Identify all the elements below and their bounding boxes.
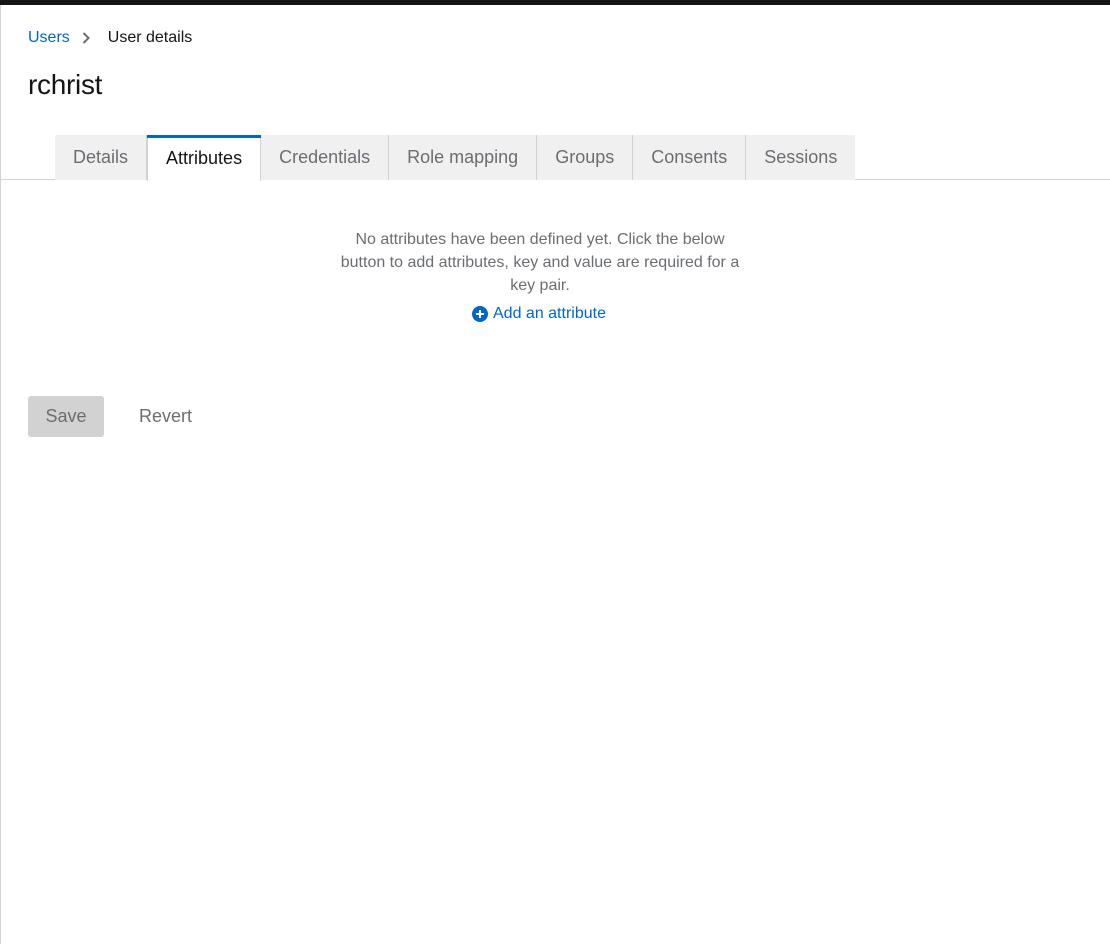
- user-details-page: Users User details rchrist Details Attri…: [0, 5, 1110, 944]
- breadcrumb-current: User details: [107, 29, 193, 46]
- revert-button[interactable]: Revert: [122, 396, 209, 437]
- tab-list: Details Attributes Credentials Role mapp…: [55, 135, 856, 181]
- add-attribute-label: Add an attribute: [493, 305, 606, 322]
- tab-groups[interactable]: Groups: [537, 135, 634, 180]
- save-button[interactable]: Save: [28, 396, 104, 437]
- tab-consents[interactable]: Consents: [633, 135, 747, 180]
- tab-sessions[interactable]: Sessions: [746, 135, 856, 180]
- page-title: rchrist: [28, 69, 103, 100]
- breadcrumb-users-link[interactable]: Users: [28, 29, 70, 47]
- breadcrumb: Users User details: [28, 28, 192, 48]
- chevron-right-icon: [80, 28, 102, 48]
- plus-circle-icon: [472, 306, 488, 322]
- tab-attributes[interactable]: Attributes: [147, 135, 262, 181]
- tab-role-mapping[interactable]: Role mapping: [389, 135, 538, 180]
- add-attribute-button[interactable]: Add an attribute: [472, 305, 606, 323]
- tabs-bar: Details Attributes Credentials Role mapp…: [0, 135, 1110, 181]
- tab-credentials[interactable]: Credentials: [261, 135, 390, 180]
- attributes-empty-message: No attributes have been defined yet. Cli…: [340, 231, 740, 294]
- tab-details[interactable]: Details: [55, 135, 148, 180]
